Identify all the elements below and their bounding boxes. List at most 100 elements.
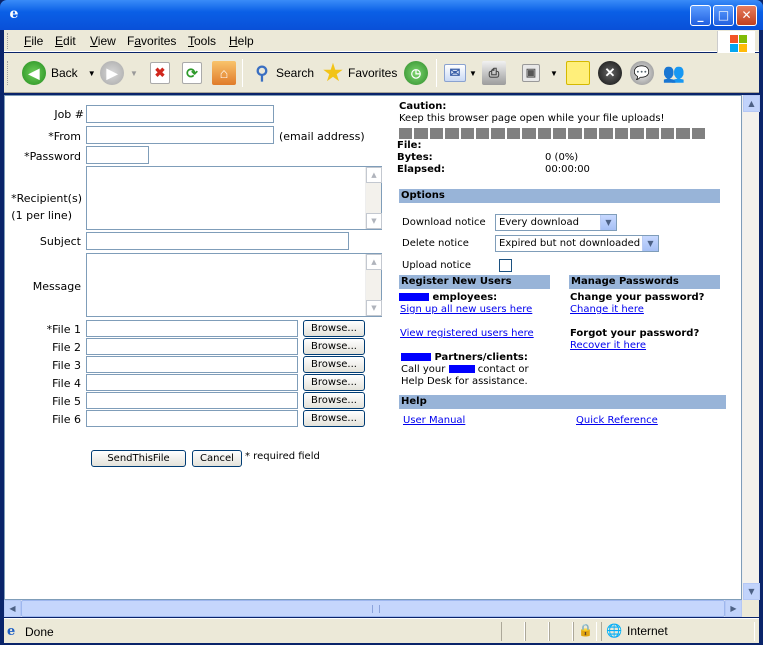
- recover-password-link[interactable]: Recover it here: [570, 340, 646, 351]
- chevron-down-icon[interactable]: ▼: [600, 215, 616, 230]
- refresh-button[interactable]: ⟳: [182, 58, 202, 88]
- file-3-input[interactable]: [86, 356, 298, 373]
- stop-button[interactable]: ✖: [150, 58, 170, 88]
- quick-reference-link[interactable]: Quick Reference: [576, 415, 658, 426]
- change-password-link[interactable]: Change it here: [570, 304, 644, 315]
- edit-button[interactable]: ▣ ▼: [522, 58, 558, 88]
- refresh-icon: ⟳: [182, 62, 202, 84]
- menu-edit[interactable]: Edit: [55, 34, 76, 48]
- toolbar-grip[interactable]: [7, 61, 10, 85]
- bytes-value: 0 (0%): [545, 152, 579, 163]
- menu-help[interactable]: Help: [229, 34, 254, 48]
- partners-line: Partners/clients:: [401, 352, 528, 363]
- message-textarea[interactable]: ▲ ▼: [86, 253, 382, 317]
- status-bar: e Done 🔒 🌐 Internet: [4, 618, 759, 643]
- file-3-label: File 3: [52, 359, 81, 372]
- file-1-browse-button[interactable]: Browse...: [303, 320, 365, 337]
- file-status-label: File:: [397, 140, 422, 151]
- mail-button[interactable]: ✉ ▼: [444, 58, 477, 88]
- notes-button[interactable]: [566, 58, 590, 88]
- scroll-left-icon[interactable]: ◀: [4, 600, 21, 617]
- chevron-down-icon[interactable]: ▼: [88, 69, 96, 78]
- standard-toolbar: ◀ Back ▼ ▶ ▼ ✖ ⟳ ⌂ ⚲ Search ★ Favorites …: [4, 53, 759, 93]
- progress-segment: [506, 128, 521, 139]
- horizontal-scrollbar[interactable]: ◀ ▶: [4, 600, 742, 617]
- menu-view[interactable]: View: [90, 34, 116, 48]
- minimize-button[interactable]: _: [690, 5, 711, 26]
- recipients-textarea[interactable]: ▲ ▼: [86, 166, 382, 230]
- menu-favorites[interactable]: Favorites: [127, 34, 176, 48]
- scroll-thumb[interactable]: [21, 600, 725, 617]
- home-button[interactable]: ⌂: [212, 58, 236, 88]
- scroll-corner: [742, 600, 759, 617]
- back-button[interactable]: ◀ Back ▼: [22, 58, 96, 88]
- file-6-browse-button[interactable]: Browse...: [303, 410, 365, 427]
- scroll-down-icon[interactable]: ▼: [743, 583, 760, 600]
- download-notice-label: Download notice: [402, 217, 486, 228]
- file-4-browse-button[interactable]: Browse...: [303, 374, 365, 391]
- chevron-down-icon[interactable]: ▼: [550, 69, 558, 78]
- scroll-up-icon[interactable]: ▲: [366, 167, 382, 183]
- file-2-browse-button[interactable]: Browse...: [303, 338, 365, 355]
- chevron-down-icon[interactable]: ▼: [642, 236, 658, 251]
- send-this-file-button[interactable]: SendThisFile: [91, 450, 186, 467]
- globe-icon: 🌐: [606, 623, 623, 638]
- subject-label: Subject: [39, 235, 81, 248]
- file-4-label: File 4: [52, 377, 81, 390]
- search-button[interactable]: ⚲ Search: [250, 58, 314, 88]
- title-bar[interactable]: e _ □ ✕: [0, 0, 763, 30]
- messenger-button[interactable]: 👥: [662, 58, 686, 88]
- vertical-scrollbar[interactable]: ▲ ▼: [742, 95, 760, 600]
- file-4-input[interactable]: [86, 374, 298, 391]
- discuss-button[interactable]: 💬: [630, 58, 654, 88]
- subject-input[interactable]: [86, 232, 349, 250]
- toolbar-separator: [242, 59, 243, 87]
- favorites-button[interactable]: ★ Favorites: [321, 58, 397, 88]
- upload-notice-checkbox[interactable]: [499, 259, 512, 272]
- download-notice-select[interactable]: Every download ▼: [495, 214, 617, 231]
- forward-button[interactable]: ▶ ▼: [100, 58, 138, 88]
- chevron-down-icon[interactable]: ▼: [469, 69, 477, 78]
- user-manual-link[interactable]: User Manual: [403, 415, 465, 426]
- delete-notice-select[interactable]: Expired but not downloaded ▼: [495, 235, 659, 252]
- file-3-browse-button[interactable]: Browse...: [303, 356, 365, 373]
- progress-segment: [583, 128, 598, 139]
- zone-cell[interactable]: 🌐 Internet: [601, 622, 755, 641]
- job-input[interactable]: [86, 105, 274, 123]
- history-icon: ◷: [404, 61, 428, 85]
- block-button[interactable]: ✕: [598, 58, 622, 88]
- cancel-button[interactable]: Cancel: [192, 450, 242, 467]
- scroll-down-icon[interactable]: ▼: [366, 300, 382, 316]
- scroll-down-icon[interactable]: ▼: [366, 213, 382, 229]
- scroll-up-icon[interactable]: ▲: [366, 254, 382, 270]
- file-5-input[interactable]: [86, 392, 298, 409]
- history-button[interactable]: ◷: [404, 58, 428, 88]
- sticky-note-icon: [566, 61, 590, 85]
- scrollbar[interactable]: ▲ ▼: [365, 167, 382, 229]
- menu-tools[interactable]: Tools: [188, 34, 216, 48]
- from-email-input[interactable]: [86, 126, 274, 144]
- maximize-button[interactable]: □: [713, 5, 734, 26]
- toolbar-grip[interactable]: [7, 33, 10, 49]
- progress-segment: [414, 128, 428, 139]
- progress-segment: [553, 128, 567, 139]
- password-input[interactable]: [86, 146, 149, 164]
- status-text: Done: [25, 625, 54, 639]
- signup-link[interactable]: Sign up all new users here: [400, 304, 532, 315]
- menu-file[interactable]: File: [24, 34, 43, 48]
- file-1-input[interactable]: [86, 320, 298, 337]
- file-2-input[interactable]: [86, 338, 298, 355]
- scrollbar[interactable]: ▲ ▼: [365, 254, 382, 316]
- browser-window: e _ □ ✕ File Edit View Favorites Tools H…: [0, 0, 763, 645]
- progress-segment: [614, 128, 629, 139]
- scroll-grip: [372, 605, 380, 613]
- scroll-right-icon[interactable]: ▶: [725, 600, 742, 617]
- close-button[interactable]: ✕: [736, 5, 757, 26]
- scroll-up-icon[interactable]: ▲: [743, 95, 760, 112]
- forgot-password-question: Forgot your password?: [570, 328, 700, 339]
- view-registered-link[interactable]: View registered users here: [400, 328, 534, 339]
- chevron-down-icon[interactable]: ▼: [130, 69, 138, 78]
- print-button[interactable]: ⎙: [482, 58, 506, 88]
- file-5-browse-button[interactable]: Browse...: [303, 392, 365, 409]
- file-6-input[interactable]: [86, 410, 298, 427]
